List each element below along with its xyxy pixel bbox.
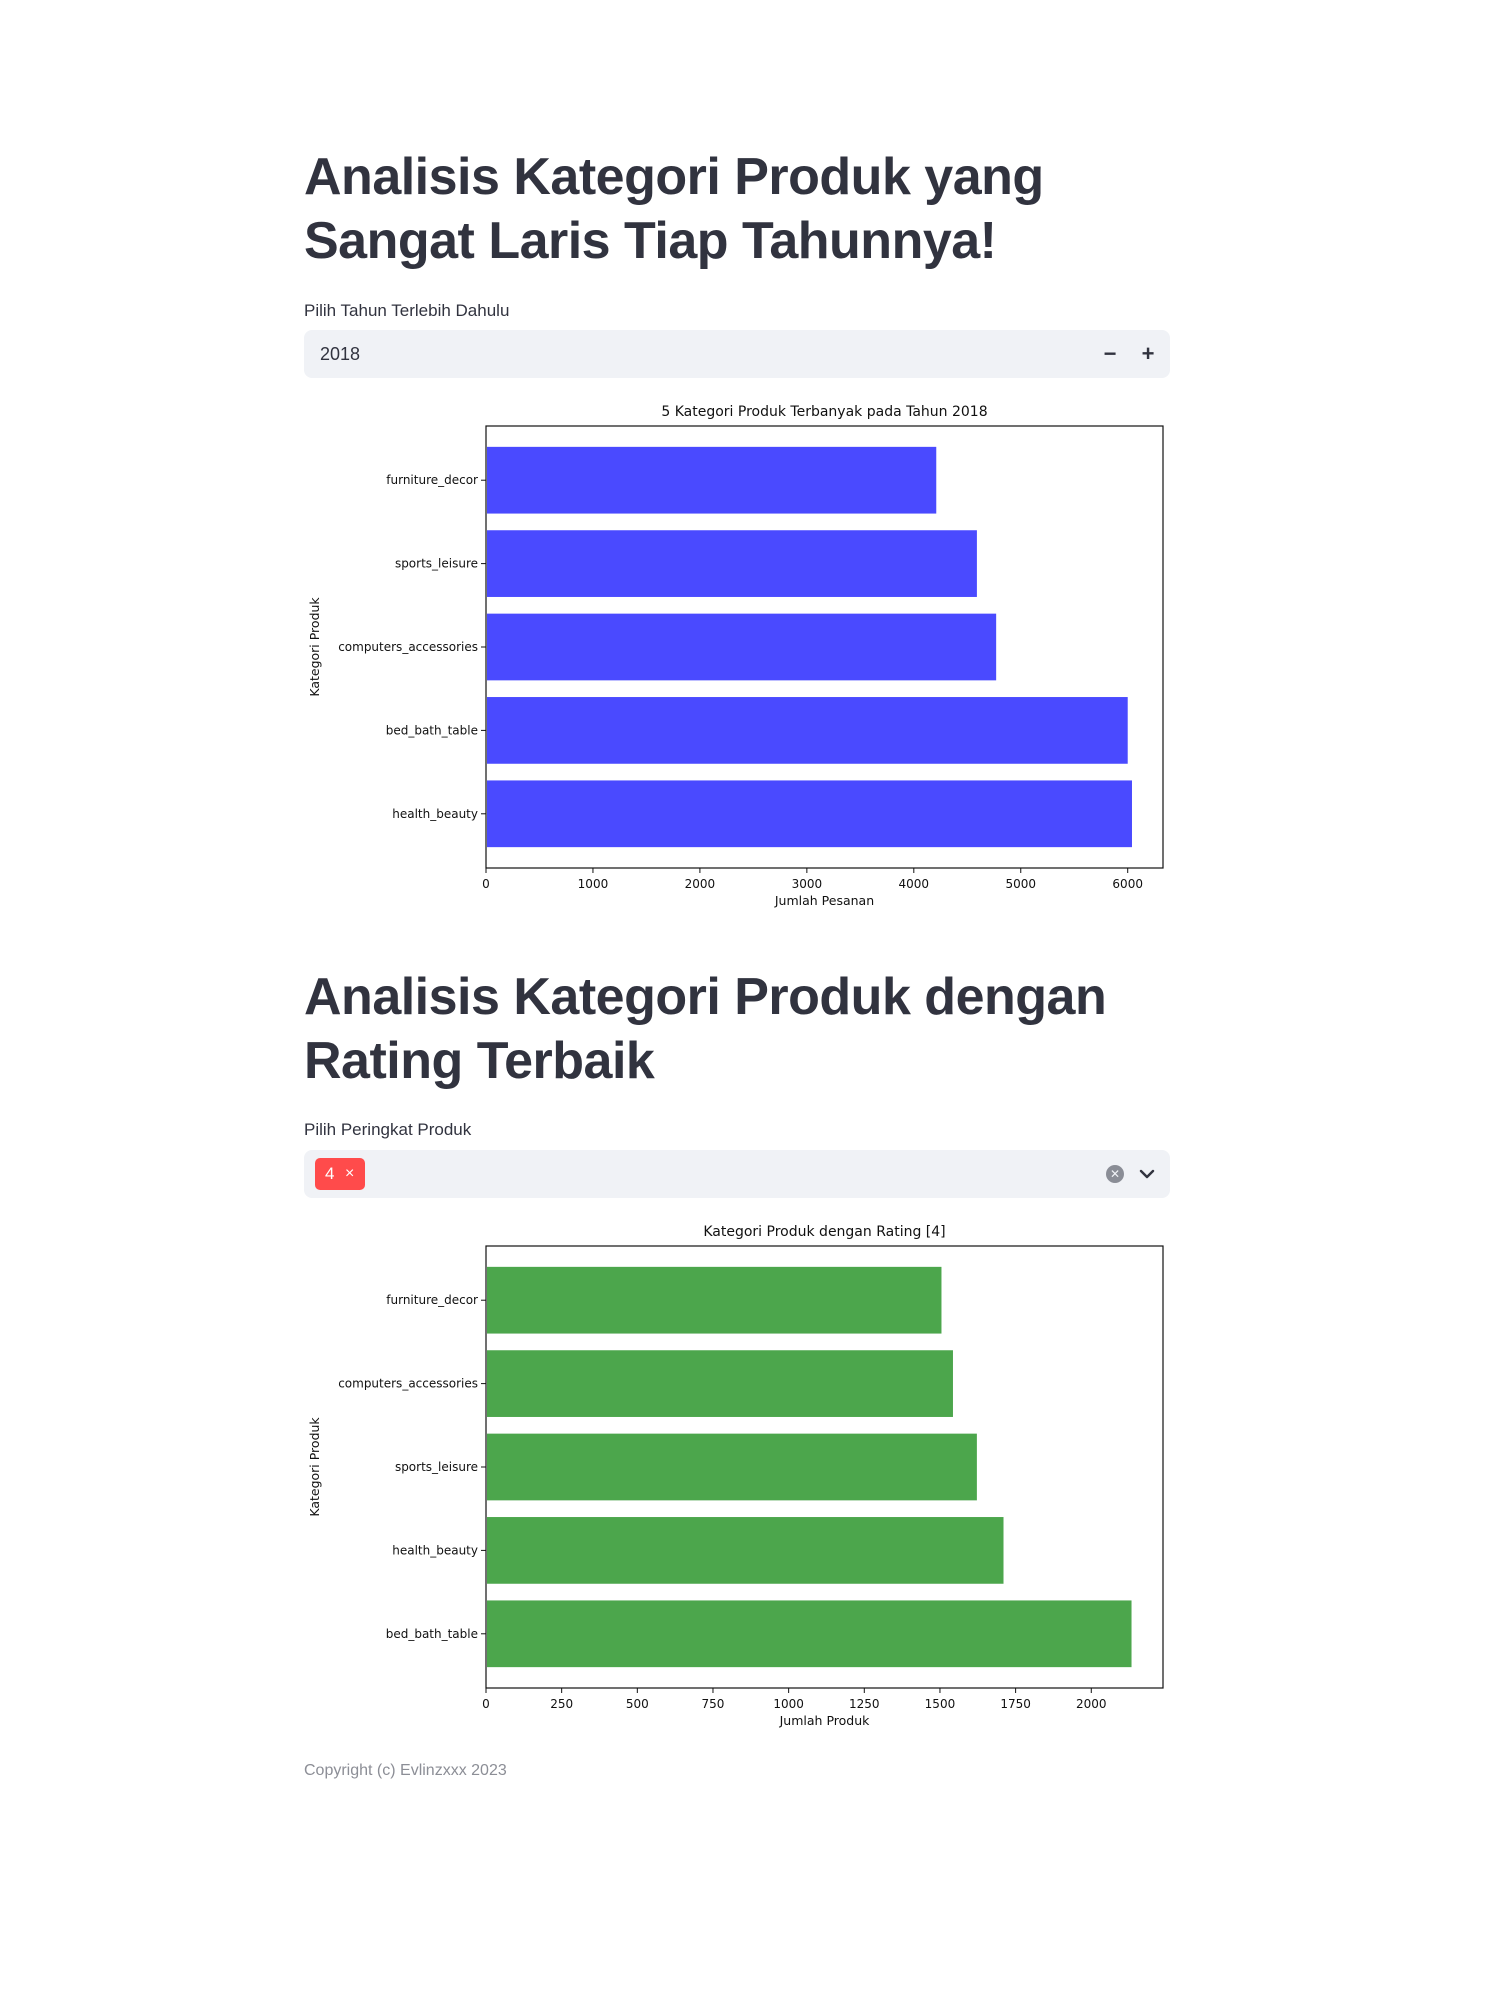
bar-sports_leisure <box>487 530 977 597</box>
chevron-down-icon[interactable] <box>1136 1163 1158 1185</box>
chart-title: 5 Kategori Produk Terbanyak pada Tahun 2… <box>661 404 987 420</box>
selected-rating-tag[interactable]: 4 × <box>315 1158 365 1190</box>
x-tick-label: 3000 <box>792 877 823 891</box>
increment-button[interactable]: + <box>1130 336 1166 372</box>
x-tick-label: 2000 <box>685 877 716 891</box>
x-tick-label: 6000 <box>1112 877 1143 891</box>
x-tick-label: 5000 <box>1005 877 1036 891</box>
x-tick-label: 0 <box>482 877 490 891</box>
bar-computers_accessories <box>487 1350 953 1417</box>
x-tick-label: 750 <box>702 1697 725 1711</box>
rating-multiselect[interactable]: 4 × ✕ <box>304 1150 1170 1198</box>
y-tick-label: furniture_decor <box>386 473 478 487</box>
y-tick-label: bed_bath_table <box>386 1627 478 1641</box>
decrement-button[interactable]: − <box>1092 336 1128 372</box>
y-tick-label: health_beauty <box>392 1543 478 1557</box>
rating-label: Pilih Peringkat Produk <box>304 1120 472 1139</box>
bar-sports_leisure <box>487 1433 977 1501</box>
remove-tag-icon[interactable]: × <box>345 1158 354 1190</box>
bar-computers_accessories <box>487 613 997 681</box>
y-tick-label: computers_accessories <box>338 1377 478 1391</box>
x-tick-label: 0 <box>482 1697 490 1711</box>
x-tick-label: 1750 <box>1000 1697 1031 1711</box>
x-tick-label: 250 <box>550 1697 573 1711</box>
year-number-input[interactable]: 2018 − + <box>304 330 1170 378</box>
section2-title: Analisis Kategori Produk dengan Rating T… <box>304 968 1107 1090</box>
x-tick-label: 1500 <box>925 1697 956 1711</box>
x-axis-label: Jumlah Pesanan <box>774 893 874 908</box>
y-tick-label: bed_bath_table <box>386 723 478 737</box>
bar-bed_bath_table <box>487 697 1128 764</box>
footer-copyright: Copyright (c) Evlinzxxx 2023 <box>304 1762 507 1779</box>
x-axis-label: Jumlah Produk <box>779 1713 871 1728</box>
x-tick-label: 500 <box>626 1697 649 1711</box>
x-tick-label: 4000 <box>899 877 930 891</box>
section1-title: Analisis Kategori Produk yang Sangat Lar… <box>304 148 1044 270</box>
x-tick-label: 2000 <box>1076 1697 1107 1711</box>
y-tick-label: computers_accessories <box>338 640 478 654</box>
selected-rating-value: 4 <box>325 1164 335 1183</box>
bar-furniture_decor <box>487 446 937 514</box>
y-tick-label: furniture_decor <box>386 1293 478 1307</box>
x-tick-label: 1250 <box>849 1697 880 1711</box>
top-categories-chart: 5 Kategori Produk Terbanyak pada Tahun 2… <box>307 404 1164 908</box>
chart-title: Kategori Produk dengan Rating [4] <box>703 1224 945 1240</box>
year-label: Pilih Tahun Terlebih Dahulu <box>304 301 510 320</box>
x-tick-label: 1000 <box>578 877 609 891</box>
year-value[interactable]: 2018 <box>320 330 360 378</box>
bar-health_beauty <box>487 1517 1004 1584</box>
y-tick-label: sports_leisure <box>395 1460 478 1474</box>
bar-furniture_decor <box>487 1266 942 1334</box>
rating-categories-chart: Kategori Produk dengan Rating [4] furnitu… <box>307 1224 1164 1728</box>
x-tick-label: 1000 <box>773 1697 804 1711</box>
clear-selection-icon[interactable]: ✕ <box>1106 1165 1124 1183</box>
y-axis-label: Kategori Produk <box>307 1417 322 1517</box>
y-tick-label: health_beauty <box>392 807 478 821</box>
bar-bed_bath_table <box>487 1600 1132 1668</box>
y-tick-label: sports_leisure <box>395 557 478 571</box>
y-axis-label: Kategori Produk <box>307 597 322 697</box>
bar-health_beauty <box>487 780 1132 848</box>
